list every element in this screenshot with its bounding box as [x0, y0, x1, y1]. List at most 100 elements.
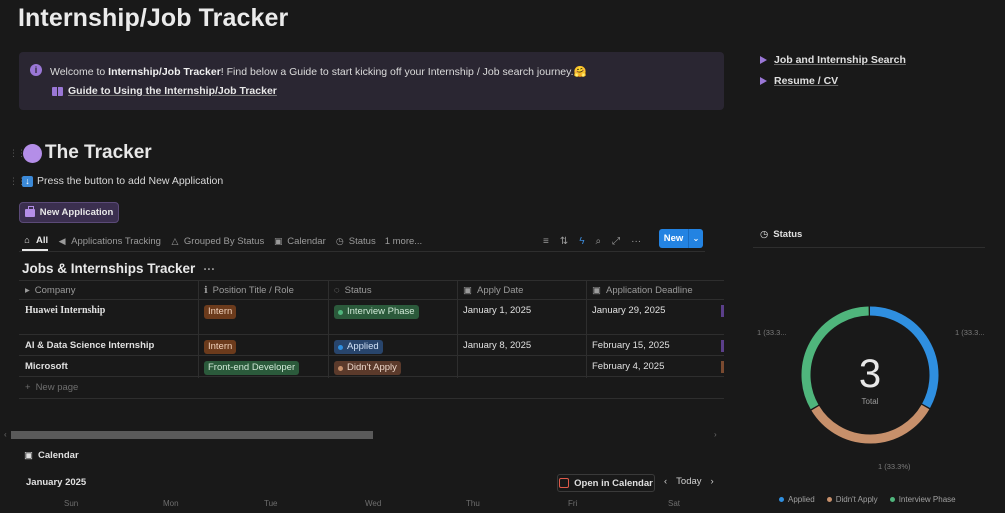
new-application-label: New Application	[39, 207, 114, 218]
donut-annotation-left: 1 (33.3...	[757, 328, 787, 337]
toggle-resume[interactable]: Resume / CV	[760, 75, 838, 87]
legend-label: Didn't Apply	[835, 495, 878, 504]
cell-status[interactable]: Applied	[328, 335, 458, 355]
tab-grouped-by-status[interactable]: △ Grouped By Status	[170, 231, 264, 251]
donut-annotation-bottom: 1 (33.3%)	[878, 462, 911, 471]
cell-status[interactable]: Didn't Apply	[328, 356, 458, 376]
chevron-left-icon[interactable]: ‹	[664, 476, 667, 487]
cell-deadline[interactable]: February 4, 2025	[586, 356, 716, 376]
database-title-text[interactable]: Jobs & Internships Tracker	[22, 261, 195, 276]
cell-apply-date[interactable]: January 8, 2025	[457, 335, 587, 355]
scroll-right-icon[interactable]: ›	[714, 430, 717, 439]
status-tag: Applied	[334, 340, 383, 354]
column-apply-date[interactable]: ▣ Apply Date	[457, 281, 587, 300]
new-record-label: New	[663, 233, 684, 244]
column-status[interactable]: ◌ Status	[328, 281, 458, 300]
book-icon	[52, 86, 63, 96]
instruction-text: ↓ Press the button to add New Applicatio…	[22, 175, 223, 187]
column-company[interactable]: ▸ Company	[19, 281, 198, 300]
tab-label: Calendar	[287, 235, 326, 247]
status-dot-icon	[338, 309, 343, 315]
callout-text-suffix: ! Find below a Guide to start kicking of…	[220, 66, 574, 78]
overflow-column-mark	[721, 305, 724, 317]
column-deadline[interactable]: ▣ Application Deadline	[586, 281, 716, 300]
cell-status[interactable]: Interview Phase	[328, 300, 458, 334]
clock-icon: ◷	[760, 229, 769, 240]
status-divider	[753, 247, 985, 248]
tab-label: Status	[348, 235, 376, 247]
calendar-icon: ▣	[592, 285, 601, 296]
cell-company[interactable]: AI & Data Science Internship	[19, 335, 198, 355]
triangle-icon: ▸	[25, 285, 30, 296]
new-application-button[interactable]: New Application	[19, 202, 119, 223]
legend-item[interactable]: Didn't Apply	[826, 495, 878, 504]
legend-item[interactable]: Interview Phase	[889, 495, 956, 504]
expand-icon[interactable]: ⤢	[612, 236, 620, 247]
cell-deadline[interactable]: February 15, 2025	[586, 335, 716, 355]
status-tag: Didn't Apply	[334, 361, 401, 375]
new-record-button[interactable]: New ⌄	[659, 229, 703, 248]
new-page-button[interactable]: + New page	[25, 382, 78, 393]
tab-applications-tracking[interactable]: ◀ Applications Tracking	[57, 231, 161, 251]
cell-company[interactable]: Microsoft	[19, 356, 198, 376]
hugging-emoji-icon: 🤗	[573, 66, 587, 78]
weekday-label: Thu	[466, 499, 480, 508]
tab-more[interactable]: 1 more...	[385, 231, 423, 251]
cell-apply-date[interactable]: January 1, 2025	[457, 300, 587, 334]
more-options-icon[interactable]: ···	[203, 262, 215, 276]
weekday-label: Tue	[264, 499, 278, 508]
calendar-icon: ▣	[24, 450, 33, 461]
page-title: Internship/Job Tracker	[18, 4, 289, 32]
today-button[interactable]: Today	[676, 476, 701, 487]
cell-deadline[interactable]: January 29, 2025	[586, 300, 716, 334]
guide-link[interactable]: Guide to Using the Internship/Job Tracke…	[52, 85, 277, 97]
welcome-callout: i Welcome to Internship/Job Tracker! Fin…	[19, 52, 724, 110]
horizontal-scrollbar[interactable]	[11, 431, 373, 439]
toggle-triangle-icon[interactable]	[760, 77, 767, 85]
legend-item[interactable]: Applied	[779, 495, 815, 504]
automation-bolt-icon[interactable]: ϟ	[579, 236, 584, 247]
weekday-label: Fri	[568, 499, 578, 508]
cell-role[interactable]: Intern	[198, 300, 328, 334]
table-row[interactable]: Microsoft Front-end Developer Didn't App…	[19, 356, 724, 377]
open-in-calendar-button[interactable]: Open in Calendar	[557, 474, 655, 492]
tab-all[interactable]: ⌂ All	[22, 231, 49, 251]
toggle-label: Resume / CV	[774, 75, 839, 87]
chevron-down-icon[interactable]: ⌄	[689, 234, 703, 243]
purple-circle-icon	[23, 143, 42, 163]
chevron-right-icon[interactable]: ›	[711, 476, 714, 487]
briefcase-icon	[24, 205, 35, 217]
donut-legend: Applied Didn't Apply Interview Phase	[779, 495, 956, 504]
new-page-label: New page	[35, 382, 79, 393]
tab-calendar[interactable]: ▣ Calendar	[273, 231, 326, 251]
toggle-triangle-icon[interactable]	[760, 56, 767, 64]
table-row[interactable]: AI & Data Science Internship Intern Appl…	[19, 335, 724, 356]
status-chart-title: Status	[773, 229, 803, 240]
megaphone-icon: ◀	[58, 236, 66, 246]
cell-apply-date[interactable]	[457, 356, 587, 376]
clock-icon: ◷	[335, 236, 344, 246]
legend-swatch	[826, 497, 832, 502]
weekday-label: Sun	[64, 499, 79, 508]
tabs-divider	[19, 251, 705, 252]
filter-icon[interactable]: ≡	[543, 236, 549, 247]
weekday-label: Wed	[365, 499, 382, 508]
scroll-left-icon[interactable]: ‹	[4, 430, 7, 439]
table-row[interactable]: Huawei Internship Intern Interview Phase…	[19, 300, 724, 335]
more-options-icon[interactable]: ···	[631, 236, 641, 247]
search-icon[interactable]: ⌕	[596, 236, 602, 247]
column-position[interactable]: ℹ Position Title / Role	[198, 281, 328, 300]
sort-icon[interactable]: ⇅	[560, 236, 568, 247]
toggle-job-search[interactable]: Job and Internship Search	[760, 54, 906, 66]
cell-role[interactable]: Intern	[198, 335, 328, 355]
calendar-section-label: ▣ Calendar	[24, 450, 79, 461]
donut-slice-didn-t-apply[interactable]	[811, 404, 930, 444]
tab-status[interactable]: ◷ Status	[335, 231, 376, 251]
overflow-column-mark	[721, 340, 724, 352]
column-label: Apply Date	[476, 285, 524, 296]
status-donut-chart: 3 Total	[790, 295, 950, 455]
tab-label: Grouped By Status	[183, 235, 265, 247]
legend-swatch	[889, 497, 895, 502]
cell-company[interactable]: Huawei Internship	[19, 300, 198, 334]
cell-role[interactable]: Front-end Developer	[198, 356, 328, 376]
